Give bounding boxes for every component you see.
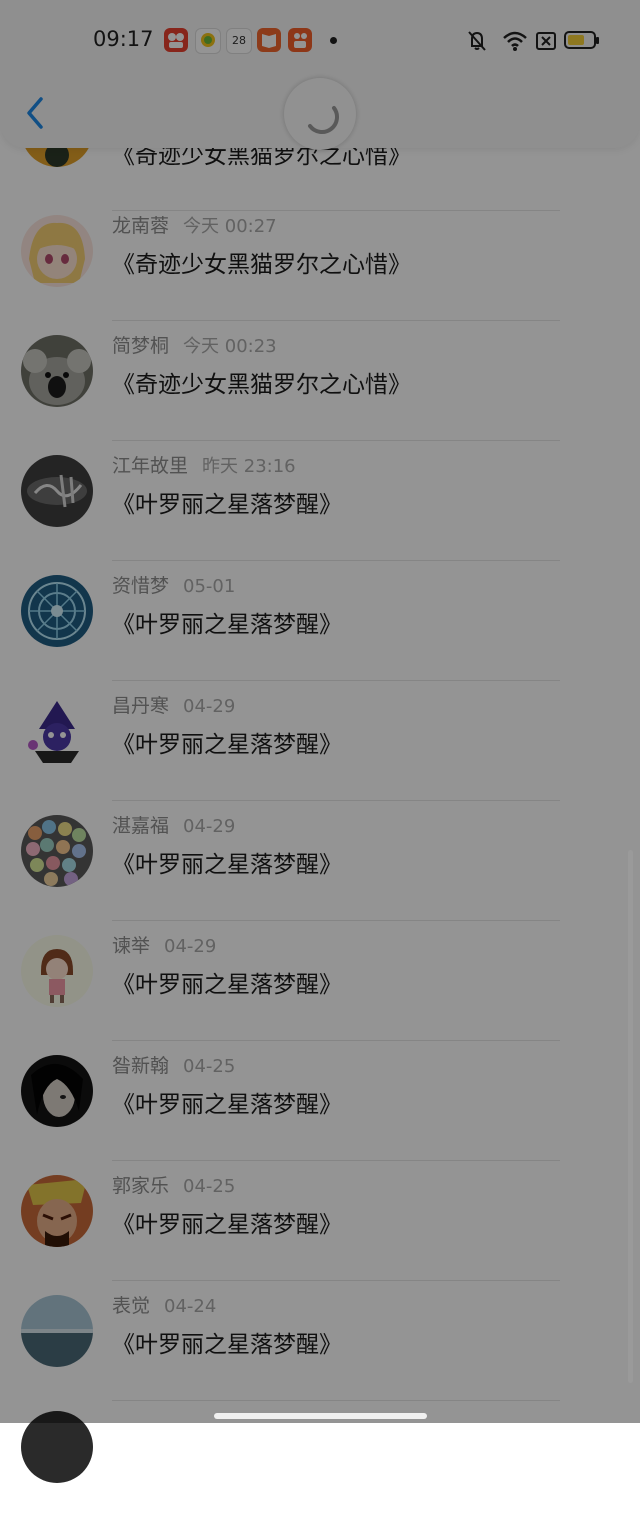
list-item[interactable]: 昝新翰 04-25 《叶罗丽之星落梦醒》	[0, 1041, 640, 1161]
work-title: 《叶罗丽之星落梦醒》	[112, 492, 342, 518]
list-item[interactable]: 江年故里 昨天 23:16 《叶罗丽之星落梦醒》	[0, 441, 640, 561]
comment-time: 今天 00:27	[183, 216, 277, 237]
comment-list: 《奇迹少女黑猫罗尔之心惜》 龙南蓉 今天 00:27 《奇迹少女黑猫罗尔之心惜》 …	[0, 0, 640, 1483]
user-name: 龙南蓉 今天 00:27	[112, 215, 277, 237]
top-bar: 09:17 28	[0, 0, 640, 150]
user-name: 表觉 04-24	[112, 1295, 217, 1317]
comment-time: 今天 00:23	[183, 336, 277, 357]
comment-time: 04-29	[183, 696, 236, 717]
list-item[interactable]: 湛嘉福 04-29 《叶罗丽之星落梦醒》	[0, 801, 640, 921]
list-item[interactable]: 昌丹寒 04-29 《叶罗丽之星落梦醒》	[0, 681, 640, 801]
avatar[interactable]	[21, 1411, 93, 1483]
list-item[interactable]: 龙南蓉 今天 00:27 《奇迹少女黑猫罗尔之心惜》	[0, 201, 640, 321]
user-name: 昌丹寒 04-29	[112, 695, 236, 717]
user-name: 昝新翰 04-25	[112, 1055, 236, 1077]
spinner-icon	[308, 106, 339, 134]
list-item[interactable]: 表觉 04-24 《叶罗丽之星落梦醒》	[0, 1281, 640, 1401]
avatar[interactable]	[21, 695, 93, 767]
work-title: 《叶罗丽之星落梦醒》	[112, 1212, 342, 1238]
work-title: 《奇迹少女黑猫罗尔之心惜》	[112, 372, 411, 398]
battery-icon	[564, 31, 599, 49]
user-name: 资惜梦 05-01	[112, 575, 236, 597]
app-icon-2	[195, 28, 221, 54]
home-indicator[interactable]	[214, 1413, 427, 1419]
sim-off-icon	[536, 32, 556, 50]
book-app-icon	[257, 28, 281, 52]
work-title: 《叶罗丽之星落梦醒》	[112, 732, 342, 758]
status-time: 09:17	[93, 27, 154, 51]
avatar[interactable]	[21, 1175, 93, 1247]
user-name: 江年故里 昨天 23:16	[112, 455, 296, 477]
list-item[interactable]: 谏举 04-29 《叶罗丽之星落梦醒》	[0, 921, 640, 1041]
app-icon-1	[164, 28, 188, 52]
comment-time: 昨天 23:16	[202, 456, 296, 477]
avatar[interactable]	[21, 935, 93, 1007]
back-icon[interactable]	[22, 95, 52, 131]
notification-dot	[330, 37, 337, 44]
list-item[interactable]: 资惜梦 05-01 《叶罗丽之星落梦醒》	[0, 561, 640, 681]
kuaishou-icon	[288, 28, 312, 52]
user-name: 郭家乐 04-25	[112, 1175, 236, 1197]
avatar[interactable]	[21, 575, 93, 647]
list-item[interactable]: 简梦桐 今天 00:23 《奇迹少女黑猫罗尔之心惜》	[0, 321, 640, 441]
user-name: 湛嘉福 04-29	[112, 815, 236, 837]
comment-time: 04-25	[183, 1056, 236, 1077]
comment-time: 04-29	[183, 816, 236, 837]
work-title: 《叶罗丽之星落梦醒》	[112, 612, 342, 638]
user-name: 简梦桐 今天 00:23	[112, 335, 277, 357]
avatar[interactable]	[21, 1055, 93, 1127]
work-title: 《奇迹少女黑猫罗尔之心惜》	[112, 252, 411, 278]
work-title: 《叶罗丽之星落梦醒》	[112, 1092, 342, 1118]
avatar[interactable]	[21, 815, 93, 887]
work-title: 《叶罗丽之星落梦醒》	[112, 972, 342, 998]
loading-spinner	[284, 78, 356, 150]
work-title: 《叶罗丽之星落梦醒》	[112, 852, 342, 878]
comment-time: 05-01	[183, 576, 236, 597]
comment-time: 04-24	[164, 1296, 217, 1317]
comment-time: 04-25	[183, 1176, 236, 1197]
comment-time: 04-29	[164, 936, 217, 957]
avatar[interactable]	[21, 335, 93, 407]
avatar[interactable]	[21, 1295, 93, 1367]
wifi-icon	[503, 31, 527, 51]
list-item[interactable]: 郭家乐 04-25 《叶罗丽之星落梦醒》	[0, 1161, 640, 1281]
scrollbar[interactable]	[628, 850, 633, 1383]
work-title: 《叶罗丽之星落梦醒》	[112, 1332, 342, 1358]
calendar-icon: 28	[226, 28, 252, 54]
avatar[interactable]	[21, 455, 93, 527]
avatar[interactable]	[21, 215, 93, 287]
user-name: 谏举 04-29	[112, 935, 217, 957]
mute-icon	[468, 31, 486, 51]
